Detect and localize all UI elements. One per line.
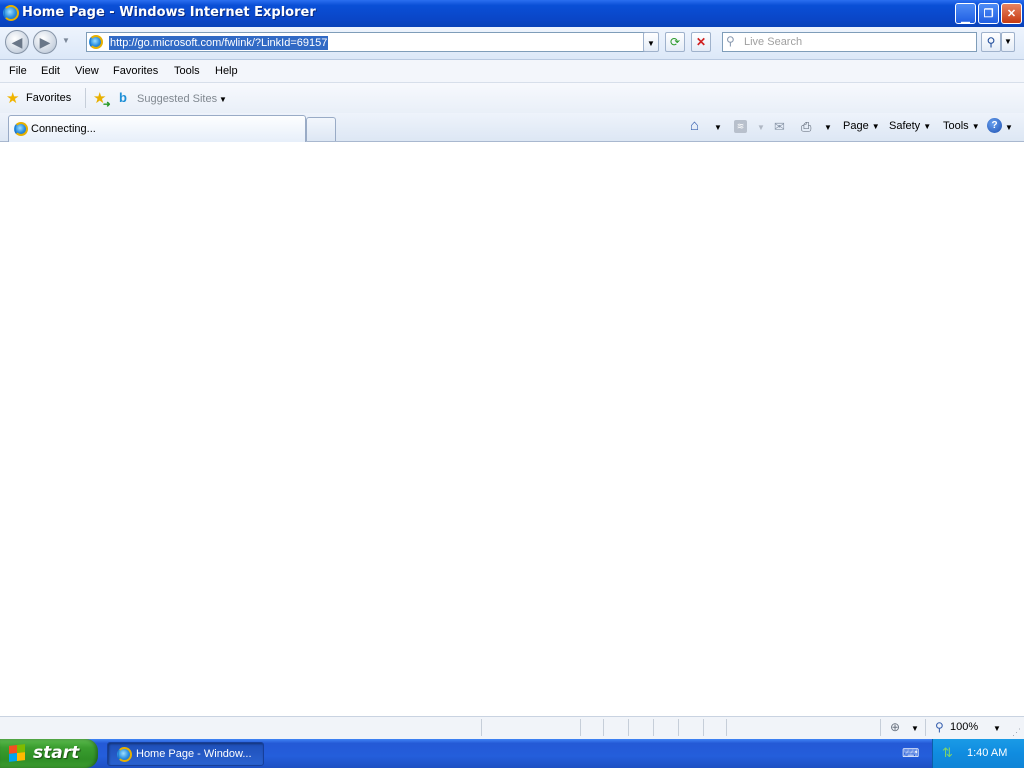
- ie-logo-icon: [117, 747, 132, 762]
- zoom-dropdown[interactable]: ▼: [993, 724, 1001, 733]
- add-arrow-icon: ➜: [103, 99, 111, 109]
- favorites-button[interactable]: ★ Favorites: [6, 90, 74, 108]
- refresh-icon: ⟳: [669, 35, 681, 49]
- status-divider: [580, 719, 581, 736]
- menu-view[interactable]: View: [75, 65, 99, 77]
- favorites-label: Favorites: [26, 92, 72, 104]
- restore-icon: ❐: [983, 8, 994, 20]
- status-divider: [603, 719, 604, 736]
- feeds-icon[interactable]: ≋: [734, 120, 747, 133]
- back-button[interactable]: ◀: [5, 30, 29, 54]
- search-icon: ⚲: [986, 35, 996, 49]
- minimize-button[interactable]: ▁: [955, 3, 976, 24]
- chevron-down-icon: ▼: [219, 95, 227, 104]
- status-divider: [481, 719, 482, 736]
- close-icon: ✕: [1006, 8, 1017, 20]
- page-icon: [89, 35, 103, 49]
- feeds-dropdown: ▼: [757, 123, 765, 132]
- minimize-icon: ▁: [961, 12, 970, 24]
- page-menu-label: Page: [843, 120, 869, 132]
- address-dropdown-button[interactable]: ▼: [643, 32, 659, 52]
- mail-icon[interactable]: ✉: [774, 119, 785, 135]
- refresh-button[interactable]: ⟳: [665, 32, 685, 52]
- chevron-down-icon: ▼: [647, 39, 655, 48]
- menu-edit[interactable]: Edit: [41, 65, 60, 77]
- taskbar-item-label: Home Page - Window...: [136, 748, 252, 760]
- tools-menu-button[interactable]: Tools ▼: [943, 120, 980, 132]
- search-placeholder: Live Search: [744, 36, 803, 48]
- address-url[interactable]: http://go.microsoft.com/fwlink/?LinkId=6…: [109, 36, 329, 50]
- home-dropdown[interactable]: ▼: [714, 123, 722, 132]
- status-divider: [678, 719, 679, 736]
- status-divider: [925, 719, 926, 736]
- print-icon[interactable]: ⎙: [801, 119, 811, 135]
- clock[interactable]: 1:40 AM: [967, 747, 1007, 759]
- status-divider: [628, 719, 629, 736]
- forward-button[interactable]: ▶: [33, 30, 57, 54]
- menu-tools[interactable]: Tools: [174, 65, 200, 77]
- suggested-sites-button[interactable]: b Suggested Sites ▼: [119, 89, 229, 107]
- menu-help[interactable]: Help: [215, 65, 238, 77]
- new-tab-button[interactable]: [306, 117, 336, 141]
- start-label: start: [33, 743, 80, 763]
- menu-favorites[interactable]: Favorites: [113, 65, 158, 77]
- back-icon: ◀: [11, 34, 23, 50]
- close-button[interactable]: ✕: [1001, 3, 1022, 24]
- divider: [85, 88, 86, 108]
- status-divider: [726, 719, 727, 736]
- bing-icon: b: [119, 90, 127, 105]
- restore-button[interactable]: ❐: [978, 3, 999, 24]
- windows-logo-icon: [9, 744, 25, 762]
- search-engine-icon: ⚲: [726, 34, 735, 48]
- zoom-level[interactable]: 100%: [950, 721, 978, 733]
- resize-grip-icon[interactable]: ⋰: [1012, 727, 1021, 738]
- tools-menu-label: Tools: [943, 120, 969, 132]
- ie-logo-icon: [3, 5, 19, 21]
- safety-menu-label: Safety: [889, 120, 921, 132]
- page-content[interactable]: [0, 142, 1024, 716]
- suggested-sites-label: Suggested Sites: [137, 93, 218, 105]
- favorites-star-icon: ★: [6, 90, 20, 107]
- safety-menu-button[interactable]: Safety ▼: [889, 120, 931, 132]
- menu-file[interactable]: File: [9, 65, 27, 77]
- print-dropdown[interactable]: ▼: [824, 123, 832, 132]
- search-button[interactable]: ⚲: [981, 32, 1001, 52]
- status-bar: [0, 716, 1024, 740]
- help-dropdown[interactable]: ▼: [1005, 123, 1013, 132]
- forward-icon: ▶: [39, 34, 51, 50]
- search-options-button[interactable]: ▼: [1001, 32, 1015, 52]
- recent-pages-dropdown[interactable]: ▼: [62, 36, 70, 45]
- chevron-down-icon: ▼: [1004, 37, 1012, 46]
- protected-mode-icon[interactable]: ⊕: [890, 720, 900, 734]
- protected-mode-dropdown[interactable]: ▼: [911, 724, 919, 733]
- status-divider: [653, 719, 654, 736]
- keyboard-icon[interactable]: ⌨: [902, 746, 919, 760]
- home-icon[interactable]: ⌂: [690, 117, 699, 134]
- zoom-icon[interactable]: ⚲: [935, 720, 944, 734]
- page-menu-button[interactable]: Page ▼: [843, 120, 880, 132]
- window-title: Home Page - Windows Internet Explorer: [22, 5, 316, 20]
- stop-button[interactable]: ✕: [691, 32, 711, 52]
- status-divider: [703, 719, 704, 736]
- help-icon[interactable]: ?: [987, 118, 1002, 133]
- tab-label: Connecting...: [31, 123, 96, 135]
- network-icon[interactable]: ⇅: [942, 745, 953, 761]
- start-button[interactable]: start: [0, 739, 98, 768]
- status-divider: [880, 719, 881, 736]
- tab-active[interactable]: Connecting...: [8, 115, 306, 142]
- stop-icon: ✕: [695, 35, 707, 49]
- taskbar-item-ie[interactable]: Home Page - Window...: [107, 742, 264, 766]
- ie-tab-icon: [14, 122, 28, 136]
